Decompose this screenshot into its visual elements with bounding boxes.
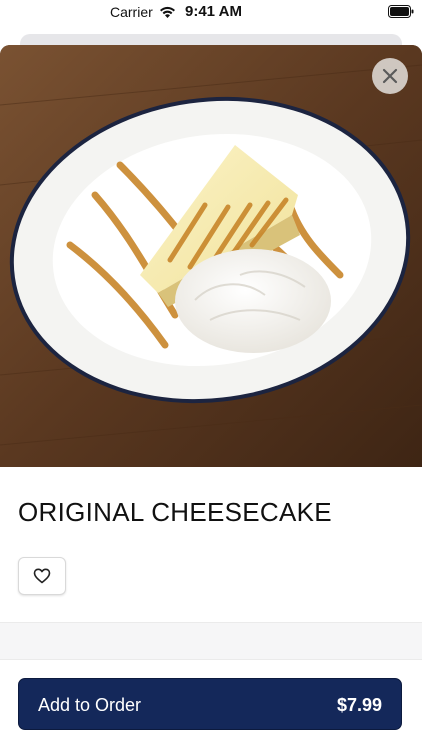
battery-icon	[388, 5, 414, 18]
close-icon	[382, 68, 398, 84]
cheesecake-image	[0, 45, 422, 467]
favorite-button[interactable]	[18, 557, 66, 595]
item-detail-sheet: ORIGINAL CHEESECAKE Add to Order $7.99	[0, 45, 422, 750]
status-time: 9:41 AM	[185, 3, 242, 20]
carrier-label: Carrier	[110, 4, 153, 20]
item-title: ORIGINAL CHEESECAKE	[18, 497, 332, 527]
item-photo	[0, 45, 422, 467]
add-to-order-label: Add to Order	[38, 695, 142, 715]
close-button[interactable]	[372, 58, 408, 94]
status-bar: Carrier 9:41 AM	[0, 0, 422, 26]
section-divider	[0, 622, 422, 660]
item-price: $7.99	[336, 695, 382, 715]
add-to-order-button[interactable]: Add to Order $7.99	[18, 678, 402, 730]
wifi-icon	[160, 6, 175, 18]
heart-outline-icon	[33, 568, 51, 584]
